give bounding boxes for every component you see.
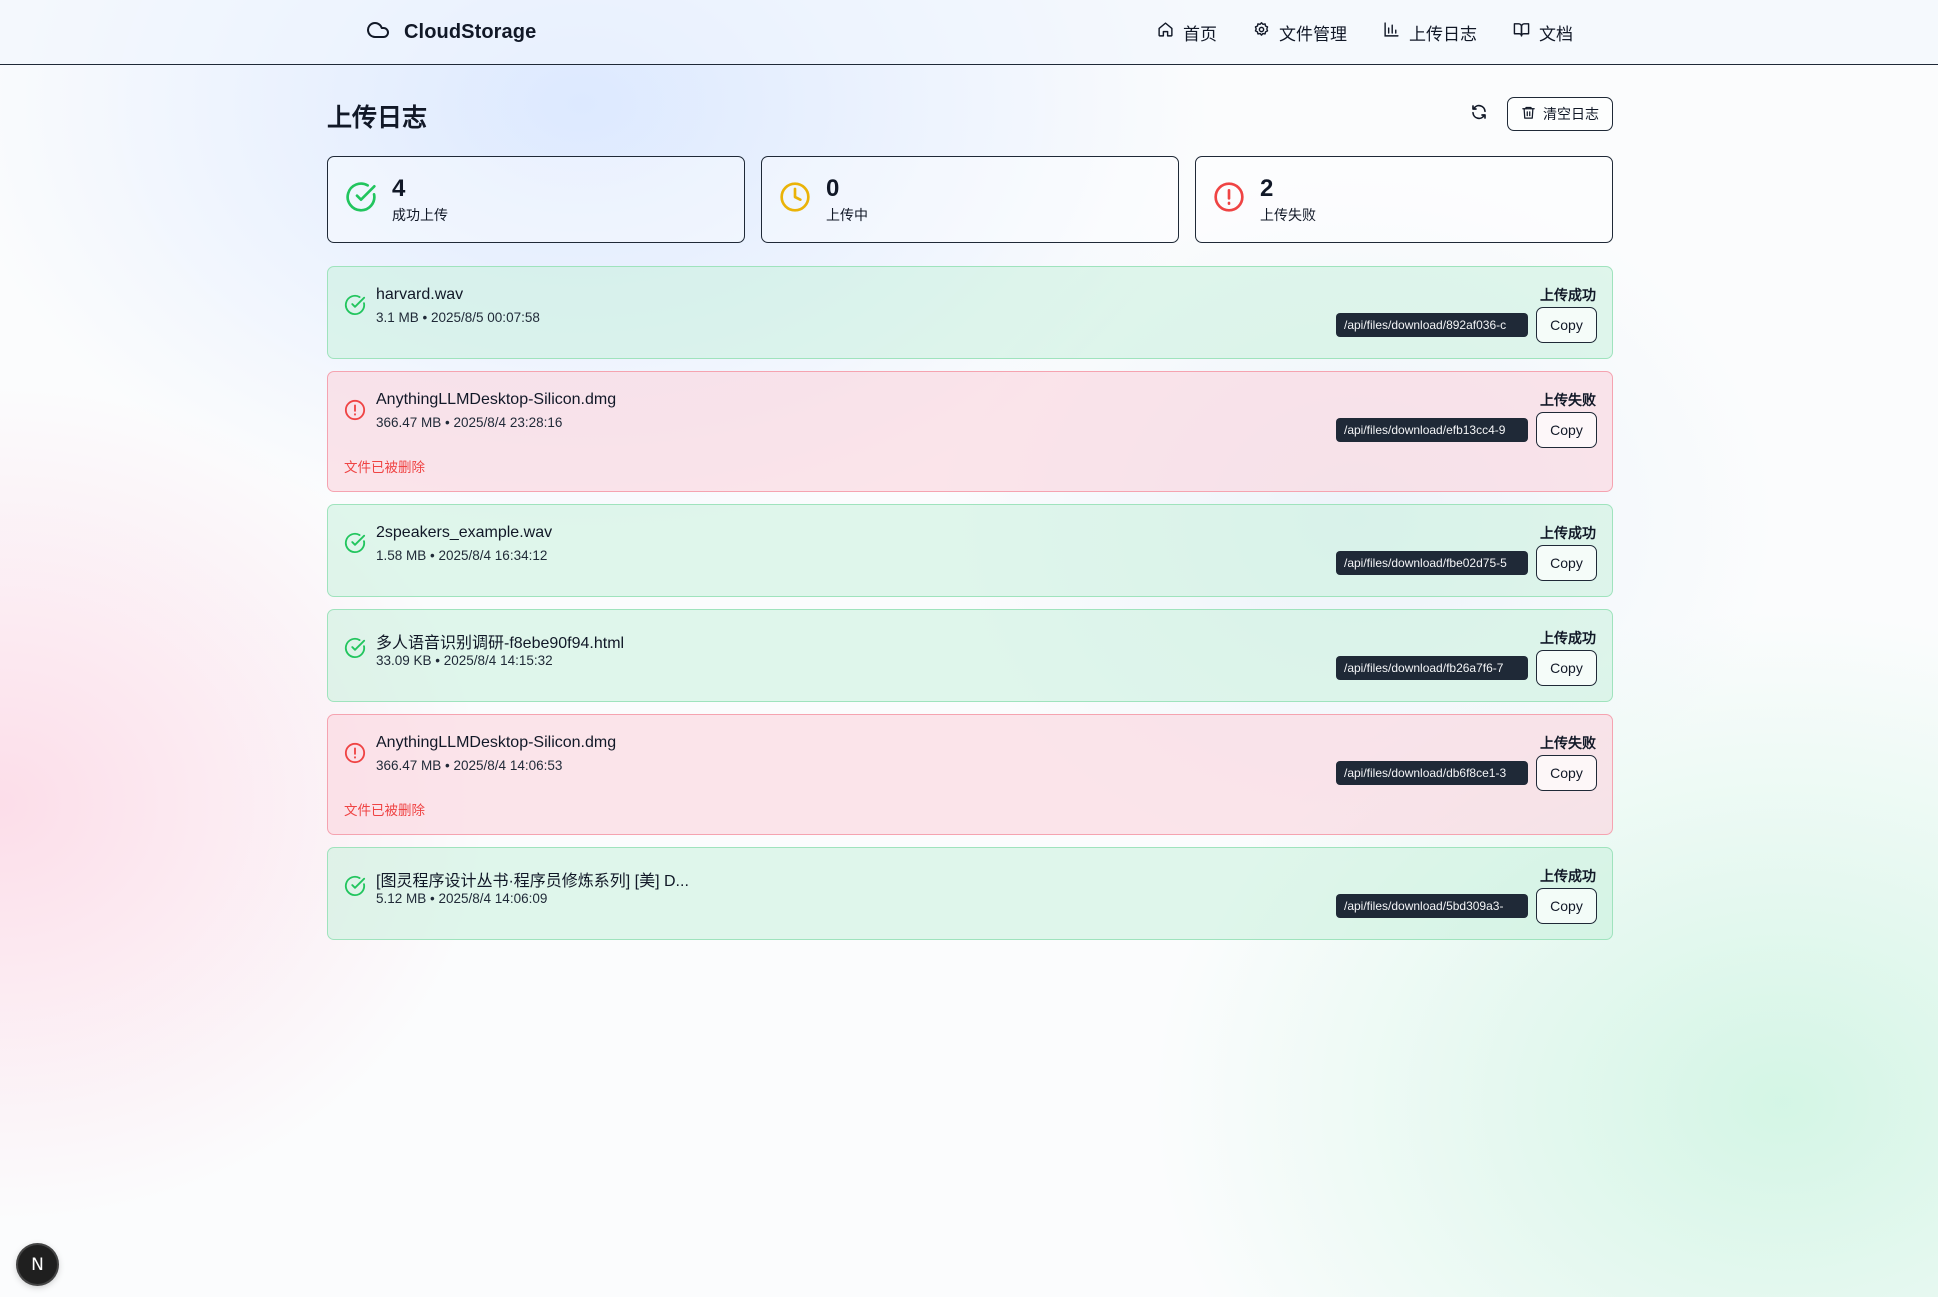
dev-tools-badge[interactable]: N (18, 1245, 57, 1284)
gear-icon (1253, 21, 1270, 43)
clock-icon (779, 181, 811, 218)
log-item: AnythingLLMDesktop-Silicon.dmg 366.47 MB… (327, 371, 1613, 492)
nav-item-home[interactable]: 首页 (1157, 20, 1217, 45)
refresh-button[interactable] (1464, 99, 1494, 129)
clear-log-label: 清空日志 (1543, 106, 1599, 122)
file-name: AnythingLLMDesktop-Silicon.dmg (376, 734, 617, 751)
file-name: harvard.wav (376, 286, 464, 303)
stat-label: 上传失败 (1260, 206, 1316, 223)
main-content: 上传日志 清空日志 4 成功上传 0 上传中 2 上传失败 harvard.wa… (327, 96, 1613, 940)
file-meta: 1.58 MB • 2025/8/4 16:34:12 (376, 548, 548, 563)
stat-label: 成功上传 (392, 206, 448, 223)
log-item: harvard.wav 3.1 MB • 2025/8/5 00:07:58 上… (327, 266, 1613, 359)
file-meta: 3.1 MB • 2025/8/5 00:07:58 (376, 310, 540, 325)
page-header: 上传日志 清空日志 (327, 96, 1613, 134)
main-nav: 首页 文件管理 上传日志 文档 (1157, 19, 1573, 45)
nav-label: 首页 (1183, 24, 1217, 44)
download-url[interactable]: /api/files/download/5bd309a3- (1336, 894, 1528, 918)
stat-value: 2 (1260, 174, 1274, 202)
app-name: CloudStorage (404, 20, 537, 43)
copy-button[interactable]: Copy (1536, 888, 1597, 924)
stat-value: 4 (392, 174, 406, 202)
file-meta: 366.47 MB • 2025/8/4 14:06:53 (376, 758, 563, 773)
page-title: 上传日志 (327, 104, 428, 132)
check-circle-icon (344, 637, 366, 659)
stat-card-pending: 0 上传中 (761, 156, 1179, 243)
file-name: 2speakers_example.wav (376, 524, 553, 541)
nav-item-file-management[interactable]: 文件管理 (1253, 20, 1347, 45)
bar-chart-icon (1383, 21, 1400, 43)
alert-circle-icon (344, 742, 366, 764)
status-text: 上传失败 (1540, 735, 1596, 751)
status-text: 上传成功 (1540, 630, 1596, 646)
trash-icon (1521, 105, 1536, 123)
nav-label: 文档 (1539, 24, 1573, 44)
status-text: 上传成功 (1540, 868, 1596, 884)
brand-link[interactable]: CloudStorage (366, 19, 536, 45)
alert-circle-icon (344, 399, 366, 421)
check-circle-icon (344, 532, 366, 554)
nav-label: 文件管理 (1279, 24, 1347, 44)
status-text: 上传失败 (1540, 392, 1596, 408)
log-item: 多人语音识别调研-f8ebe90f94.html 33.09 KB • 2025… (327, 609, 1613, 702)
stat-card-failed: 2 上传失败 (1195, 156, 1613, 243)
check-circle-icon (344, 875, 366, 897)
status-text: 上传成功 (1540, 525, 1596, 541)
error-message: 文件已被删除 (344, 460, 425, 475)
copy-button[interactable]: Copy (1536, 545, 1597, 581)
home-icon (1157, 21, 1174, 43)
upload-log-list: harvard.wav 3.1 MB • 2025/8/5 00:07:58 上… (327, 266, 1613, 952)
top-nav-bar: CloudStorage 首页 文件管理 上传日志 文档 (0, 0, 1938, 65)
refresh-icon (1470, 103, 1488, 126)
cloud-icon (366, 18, 390, 47)
download-url[interactable]: /api/files/download/fb26a7f6-7 (1336, 656, 1528, 680)
clear-log-button[interactable]: 清空日志 (1507, 97, 1613, 131)
check-circle-icon (344, 294, 366, 316)
log-item: 2speakers_example.wav 1.58 MB • 2025/8/4… (327, 504, 1613, 597)
download-url[interactable]: /api/files/download/892af036-c (1336, 313, 1528, 337)
download-url[interactable]: /api/files/download/efb13cc4-9 (1336, 418, 1528, 442)
nav-item-docs[interactable]: 文档 (1513, 20, 1573, 45)
file-meta: 33.09 KB • 2025/8/4 14:15:32 (376, 653, 553, 668)
download-url[interactable]: /api/files/download/db6f8ce1-3 (1336, 761, 1528, 785)
file-meta: 366.47 MB • 2025/8/4 23:28:16 (376, 415, 563, 430)
stat-value: 0 (826, 174, 840, 202)
file-meta: 5.12 MB • 2025/8/4 14:06:09 (376, 891, 548, 906)
check-circle-icon (345, 181, 377, 218)
copy-button[interactable]: Copy (1536, 307, 1597, 343)
file-name: AnythingLLMDesktop-Silicon.dmg (376, 391, 617, 408)
nav-label: 上传日志 (1409, 24, 1477, 44)
copy-button[interactable]: Copy (1536, 650, 1597, 686)
download-url[interactable]: /api/files/download/fbe02d75-5 (1336, 551, 1528, 575)
stat-card-success: 4 成功上传 (327, 156, 745, 243)
status-text: 上传成功 (1540, 287, 1596, 303)
error-message: 文件已被删除 (344, 803, 425, 818)
copy-button[interactable]: Copy (1536, 412, 1597, 448)
file-name: [图灵程序设计丛书·程序员修炼系列] [美] D... (376, 873, 689, 890)
nav-item-upload-log[interactable]: 上传日志 (1383, 20, 1477, 45)
file-name: 多人语音识别调研-f8ebe90f94.html (376, 635, 625, 652)
log-item: AnythingLLMDesktop-Silicon.dmg 366.47 MB… (327, 714, 1613, 835)
stat-label: 上传中 (826, 206, 868, 223)
copy-button[interactable]: Copy (1536, 755, 1597, 791)
book-icon (1513, 21, 1530, 43)
stats-row: 4 成功上传 0 上传中 2 上传失败 (327, 156, 1613, 243)
log-item: [图灵程序设计丛书·程序员修炼系列] [美] D... 5.12 MB • 20… (327, 847, 1613, 940)
alert-circle-icon (1213, 181, 1245, 218)
